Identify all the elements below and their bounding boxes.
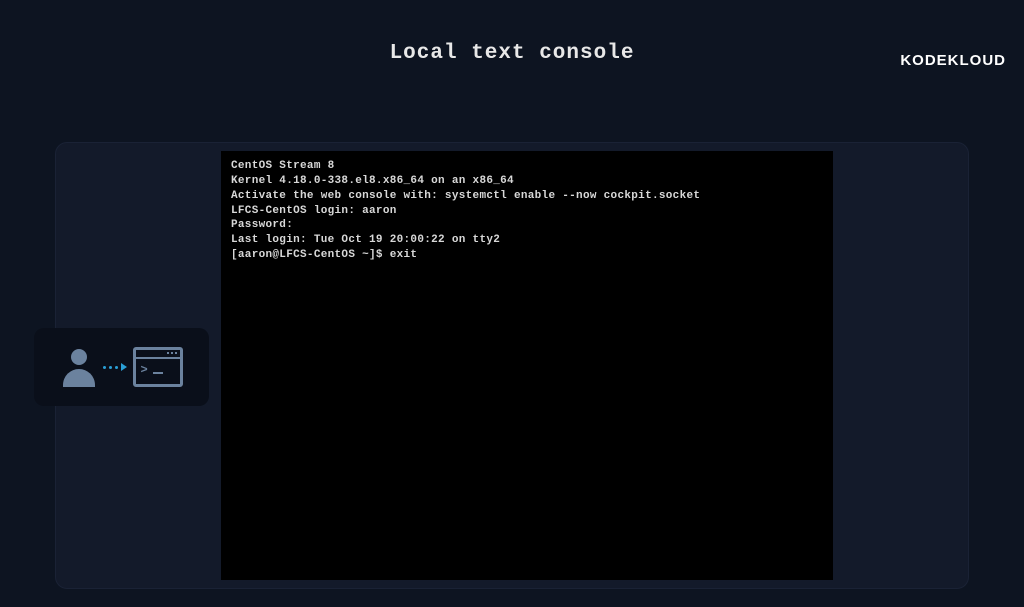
user-icon: [61, 347, 97, 387]
terminal-line: CentOS Stream 8: [231, 159, 823, 174]
local-console-illustration: >: [34, 328, 209, 406]
page-title: Local text console: [0, 42, 1024, 65]
main-panel: CentOS Stream 8 Kernel 4.18.0-338.el8.x8…: [55, 142, 969, 589]
brand-logo: KODEKLOUD: [900, 52, 1006, 69]
console-icon: >: [133, 347, 183, 387]
terminal-line: [aaron@LFCS-CentOS ~]$ exit: [231, 248, 823, 263]
terminal-line: Activate the web console with: systemctl…: [231, 189, 823, 204]
terminal-line: LFCS-CentOS login: aaron: [231, 204, 823, 219]
terminal-line: Password:: [231, 218, 823, 233]
arrow-icon: [103, 363, 127, 371]
terminal-console[interactable]: CentOS Stream 8 Kernel 4.18.0-338.el8.x8…: [221, 151, 833, 580]
terminal-line: Last login: Tue Oct 19 20:00:22 on tty2: [231, 233, 823, 248]
terminal-line: Kernel 4.18.0-338.el8.x86_64 on an x86_6…: [231, 174, 823, 189]
